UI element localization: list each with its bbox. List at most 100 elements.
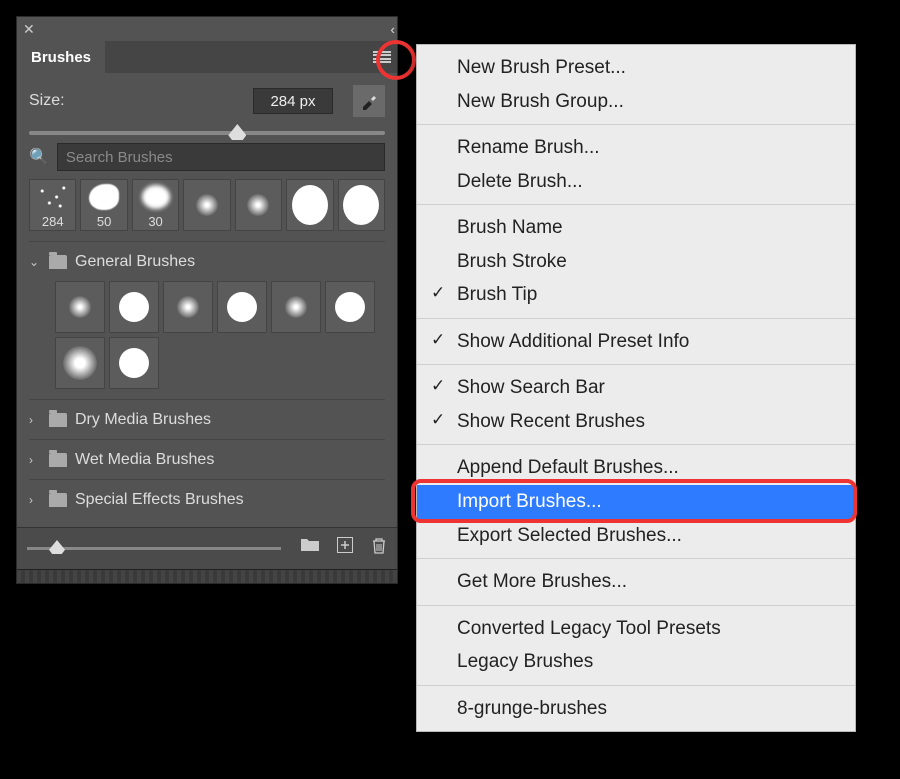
trash-icon[interactable] xyxy=(371,537,387,560)
collapse-icon[interactable]: ‹‹ xyxy=(390,22,391,37)
menu-item[interactable]: Rename Brush... xyxy=(417,131,855,165)
menu-item-label: Rename Brush... xyxy=(457,137,600,158)
menu-item[interactable]: Export Selected Brushes... xyxy=(417,519,855,553)
menu-separator xyxy=(417,558,855,559)
menu-separator xyxy=(417,124,855,125)
menu-item-label: Brush Stroke xyxy=(457,251,567,272)
menu-item[interactable]: Legacy Brushes xyxy=(417,645,855,679)
menu-item-label: Append Default Brushes... xyxy=(457,457,679,478)
recent-brush[interactable] xyxy=(338,179,385,231)
folder-icon xyxy=(49,453,67,467)
folder-name: Special Effects Brushes xyxy=(75,491,244,509)
menu-item-label: New Brush Preset... xyxy=(457,57,626,78)
tab-brushes[interactable]: Brushes xyxy=(17,41,105,73)
size-label: Size: xyxy=(29,92,65,110)
chevron-icon: › xyxy=(29,493,41,507)
recent-brush[interactable] xyxy=(183,179,230,231)
menu-item[interactable]: Brush Name xyxy=(417,211,855,245)
folder-name: General Brushes xyxy=(75,253,195,271)
brush-swatch[interactable] xyxy=(55,337,105,389)
recent-brush[interactable] xyxy=(235,179,282,231)
tab-row: Brushes xyxy=(17,41,397,73)
brush-swatch[interactable] xyxy=(109,337,159,389)
menu-item[interactable]: Get More Brushes... xyxy=(417,565,855,599)
panel-resize-grip[interactable] xyxy=(17,569,397,583)
menu-item-label: Delete Brush... xyxy=(457,171,583,192)
folder-icon xyxy=(49,493,67,507)
brushes-panel: ✕ ‹‹ Brushes Size: 🔍 284 50 30 ⌄ General Br… xyxy=(16,16,398,584)
menu-item[interactable]: Append Default Brushes... xyxy=(417,451,855,485)
folder-name: Wet Media Brushes xyxy=(75,451,214,469)
menu-separator xyxy=(417,318,855,319)
brush-swatch[interactable] xyxy=(55,281,105,333)
folder-header[interactable]: › Dry Media Brushes xyxy=(29,399,385,439)
folder-header[interactable]: › Special Effects Brushes xyxy=(29,479,385,519)
close-icon[interactable]: ✕ xyxy=(23,21,35,38)
brush-groups: ⌄ General Brushes › Dry Media Brushes › Wet M… xyxy=(29,241,385,519)
menu-item[interactable]: Import Brushes... xyxy=(417,485,855,519)
search-input[interactable] xyxy=(57,143,385,171)
menu-item[interactable]: Converted Legacy Tool Presets xyxy=(417,612,855,646)
folder-icon xyxy=(49,413,67,427)
size-input[interactable] xyxy=(253,88,333,114)
check-icon: ✓ xyxy=(431,281,445,306)
recent-brush[interactable]: 284 xyxy=(29,179,76,231)
menu-separator xyxy=(417,605,855,606)
flip-brush-button[interactable] xyxy=(353,85,385,117)
recent-brush[interactable]: 30 xyxy=(132,179,179,231)
check-icon: ✓ xyxy=(431,408,445,433)
menu-item[interactable]: Delete Brush... xyxy=(417,165,855,199)
panel-title-bar: ✕ ‹‹ xyxy=(17,17,397,41)
folder-icon[interactable] xyxy=(301,537,319,560)
chevron-icon: ⌄ xyxy=(29,255,41,269)
brush-swatch[interactable] xyxy=(163,281,213,333)
chevron-icon: › xyxy=(29,453,41,467)
recent-brush[interactable] xyxy=(286,179,333,231)
hamburger-icon xyxy=(373,51,391,63)
recent-brush[interactable]: 50 xyxy=(80,179,127,231)
folder-header[interactable]: ⌄ General Brushes xyxy=(29,241,385,281)
check-icon: ✓ xyxy=(431,328,445,353)
menu-item-label: Brush Name xyxy=(457,217,563,238)
folder-icon xyxy=(49,255,67,269)
menu-item-label: Import Brushes... xyxy=(457,491,602,512)
menu-item-label: New Brush Group... xyxy=(457,91,624,112)
menu-item[interactable]: ✓ Show Additional Preset Info xyxy=(417,325,855,359)
new-icon[interactable] xyxy=(337,537,353,560)
folder-header[interactable]: › Wet Media Brushes xyxy=(29,439,385,479)
menu-item[interactable]: 8-grunge-brushes xyxy=(417,692,855,726)
menu-item-label: Brush Tip xyxy=(457,284,537,305)
menu-separator xyxy=(417,204,855,205)
menu-item[interactable]: ✓ Show Search Bar xyxy=(417,371,855,405)
search-icon: 🔍 xyxy=(29,147,49,167)
size-slider[interactable] xyxy=(29,131,385,135)
menu-item[interactable]: Brush Stroke xyxy=(417,245,855,279)
menu-item[interactable]: New Brush Group... xyxy=(417,85,855,119)
menu-item-label: Export Selected Brushes... xyxy=(457,525,682,546)
folder-name: Dry Media Brushes xyxy=(75,411,211,429)
menu-separator xyxy=(417,444,855,445)
brush-icon xyxy=(360,92,378,110)
size-row: Size: xyxy=(29,85,385,117)
check-icon: ✓ xyxy=(431,374,445,399)
brush-size-label: 284 xyxy=(42,214,64,229)
menu-item-label: Legacy Brushes xyxy=(457,651,593,672)
brush-size-label: 30 xyxy=(148,214,162,229)
brush-swatch[interactable] xyxy=(217,281,267,333)
thumbnail-size-slider[interactable] xyxy=(27,547,281,550)
menu-item[interactable]: ✓Show Recent Brushes xyxy=(417,405,855,439)
brush-swatch[interactable] xyxy=(109,281,159,333)
menu-item-label: 8-grunge-brushes xyxy=(457,698,607,719)
menu-item-label: Get More Brushes... xyxy=(457,571,627,592)
menu-separator xyxy=(417,364,855,365)
brush-grid xyxy=(29,281,385,389)
menu-item-label: Converted Legacy Tool Presets xyxy=(457,618,721,639)
menu-item[interactable]: ✓ Brush Tip xyxy=(417,278,855,312)
chevron-icon: › xyxy=(29,413,41,427)
menu-item-label: Show Search Bar xyxy=(457,377,605,398)
menu-item-label: Show Additional Preset Info xyxy=(457,331,689,352)
brush-swatch[interactable] xyxy=(325,281,375,333)
panel-menu-button[interactable] xyxy=(367,41,397,73)
brush-swatch[interactable] xyxy=(271,281,321,333)
menu-item[interactable]: New Brush Preset... xyxy=(417,51,855,85)
